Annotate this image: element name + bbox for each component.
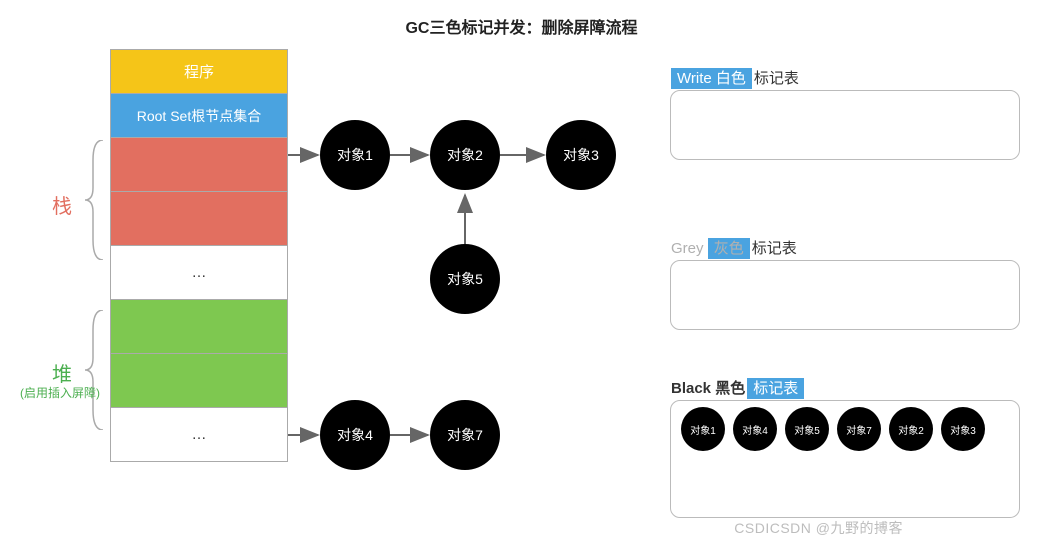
white-title-highlight: Write 白色 bbox=[671, 68, 752, 89]
black-items-row: 对象1 对象4 对象5 对象7 对象2 对象3 bbox=[681, 407, 1009, 451]
black-item-obj5: 对象5 bbox=[785, 407, 829, 451]
memory-column: 程序 Root Set根节点集合 … … bbox=[110, 50, 288, 462]
node-obj4: 对象4 bbox=[320, 400, 390, 470]
grey-panel-title: Grey 灰色标记表 bbox=[671, 237, 801, 258]
node-obj2: 对象2 bbox=[430, 120, 500, 190]
grey-title-mid: 灰色 bbox=[708, 238, 750, 259]
node-obj1: 对象1 bbox=[320, 120, 390, 190]
black-panel-title: Black 黑色标记表 bbox=[671, 377, 804, 398]
node-obj7: 对象7 bbox=[430, 400, 500, 470]
node-obj5: 对象5 bbox=[430, 244, 500, 314]
grey-title-rest: 标记表 bbox=[750, 238, 801, 259]
black-item-obj7: 对象7 bbox=[837, 407, 881, 451]
white-mark-table: Write 白色标记表 bbox=[670, 90, 1020, 160]
heap-cell-1 bbox=[110, 299, 288, 354]
gap-cell-1: … bbox=[110, 245, 288, 300]
white-panel-title: Write 白色标记表 bbox=[671, 67, 803, 88]
node-obj3: 对象3 bbox=[546, 120, 616, 190]
black-item-obj1: 对象1 bbox=[681, 407, 725, 451]
stack-brace bbox=[85, 140, 105, 260]
black-title-hl: 标记表 bbox=[747, 378, 804, 399]
black-title-pre: Black 黑色 bbox=[671, 378, 749, 399]
heap-cell-2 bbox=[110, 353, 288, 408]
stack-label: 栈 bbox=[52, 190, 72, 219]
heap-brace bbox=[85, 310, 105, 430]
watermark-text: CSDICSDN @九野的搏客 bbox=[734, 518, 903, 538]
heap-note: (启用插入屏障) bbox=[20, 384, 100, 401]
root-set-cell: Root Set根节点集合 bbox=[110, 93, 288, 138]
black-mark-table: Black 黑色标记表 对象1 对象4 对象5 对象7 对象2 对象3 bbox=[670, 400, 1020, 518]
gap-cell-2: … bbox=[110, 407, 288, 462]
stack-cell-2 bbox=[110, 191, 288, 246]
diagram-title: GC三色标记并发：删除屏障流程 bbox=[0, 0, 1043, 38]
black-item-obj3: 对象3 bbox=[941, 407, 985, 451]
stack-cell-1 bbox=[110, 137, 288, 192]
black-item-obj2: 对象2 bbox=[889, 407, 933, 451]
white-title-rest: 标记表 bbox=[752, 68, 803, 89]
program-header: 程序 bbox=[110, 49, 288, 94]
grey-mark-table: Grey 灰色标记表 bbox=[670, 260, 1020, 330]
black-item-obj4: 对象4 bbox=[733, 407, 777, 451]
heap-label: 堆 bbox=[52, 358, 72, 387]
grey-title-pre: Grey bbox=[671, 240, 708, 257]
